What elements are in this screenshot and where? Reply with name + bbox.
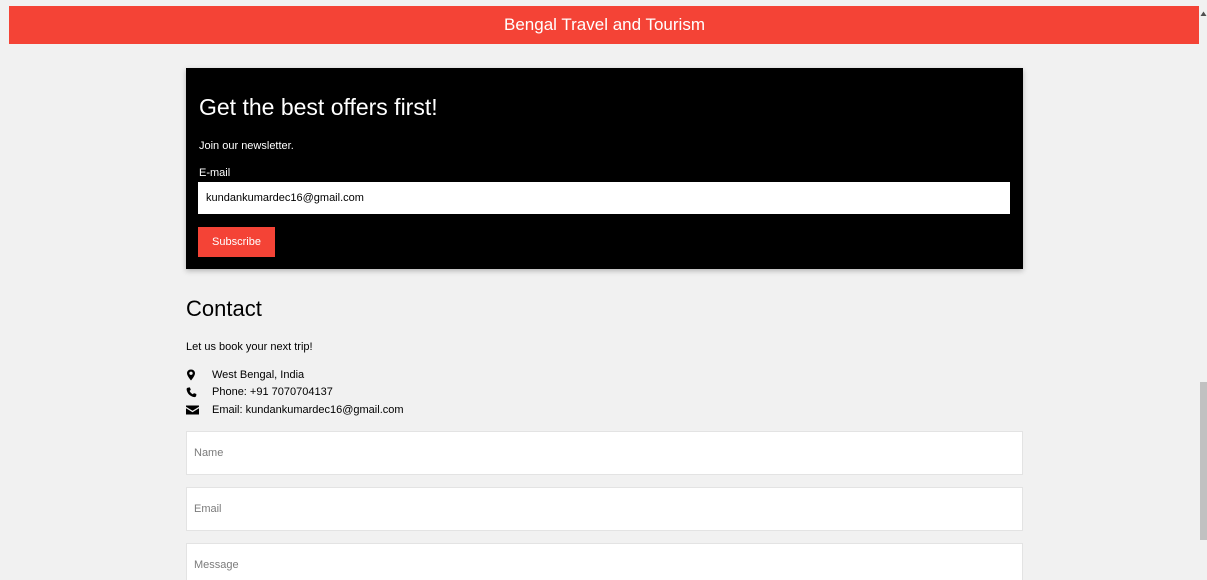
contact-phone: Phone: +91 7070704137 (186, 385, 333, 399)
contact-email: Email: kundankumardec16@gmail.com (186, 403, 404, 417)
contact-title: Contact (186, 296, 262, 321)
email-input[interactable] (186, 487, 1023, 531)
subscribe-button[interactable]: Subscribe (198, 227, 275, 257)
page: Bengal Travel and Tourism Get the best o… (0, 0, 1207, 580)
newsletter-email-input[interactable] (198, 182, 1010, 214)
phone-icon (186, 386, 212, 398)
phone-text: Phone: +91 7070704137 (212, 386, 333, 398)
email-text: Email: kundankumardec16@gmail.com (212, 404, 404, 416)
location-text: West Bengal, India (212, 369, 305, 381)
name-input[interactable] (186, 431, 1023, 475)
newsletter-subtitle: Join our newsletter. (199, 140, 294, 152)
email-label: E-mail (199, 167, 231, 179)
contact-location: West Bengal, India (186, 368, 304, 382)
map-marker-icon (186, 369, 212, 381)
scroll-up-arrow-icon[interactable] (1200, 4, 1207, 16)
site-header: Bengal Travel and Tourism (9, 6, 1200, 44)
envelope-icon (186, 405, 212, 415)
newsletter-panel: Get the best offers first! Join our news… (186, 68, 1023, 269)
message-input[interactable] (186, 543, 1023, 580)
contact-subtitle: Let us book your next trip! (186, 341, 313, 353)
scrollbar-thumb[interactable] (1200, 382, 1207, 540)
newsletter-title: Get the best offers first! (199, 94, 438, 120)
site-title[interactable]: Bengal Travel and Tourism (504, 15, 705, 34)
